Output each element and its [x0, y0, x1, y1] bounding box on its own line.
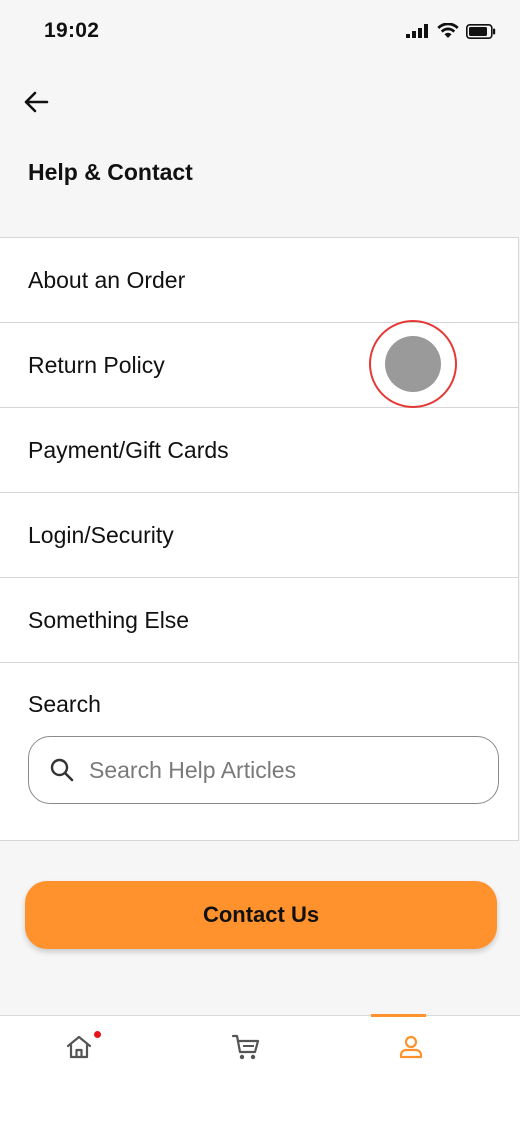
touch-dot [385, 336, 441, 392]
menu-item-label: Something Else [28, 606, 190, 633]
tab-bar [0, 1014, 520, 1126]
back-button[interactable] [18, 84, 54, 120]
arrow-left-icon [24, 91, 49, 113]
menu-item-something-else[interactable]: Something Else [0, 578, 518, 663]
menu-item-label: Return Policy [28, 351, 165, 378]
menu-item-label: About an Order [28, 266, 186, 293]
signal-icon [406, 24, 428, 38]
notification-dot [94, 1031, 101, 1038]
cart-icon [231, 1034, 260, 1060]
search-box[interactable] [28, 736, 499, 804]
menu-item-label: Login/Security [28, 521, 174, 548]
account-icon [399, 1035, 423, 1059]
search-section: Search [0, 663, 518, 804]
touch-indicator [369, 320, 457, 408]
tab-home[interactable] [39, 1016, 119, 1078]
menu-item-payment-gift-cards[interactable]: Payment/Gift Cards [0, 408, 518, 493]
search-label: Search [28, 691, 101, 717]
status-time: 19:02 [44, 19, 100, 42]
menu-item-label: Payment/Gift Cards [28, 436, 229, 463]
contact-us-button[interactable]: Contact Us [25, 881, 497, 949]
status-bar: 19:02 [0, 0, 520, 62]
home-icon [66, 1035, 92, 1059]
search-input[interactable] [87, 755, 471, 785]
wifi-icon [437, 23, 459, 38]
tab-cart[interactable] [206, 1016, 286, 1078]
page-title: Help & Contact [28, 159, 193, 185]
search-icon [50, 758, 74, 782]
menu-item-login-security[interactable]: Login/Security [0, 493, 518, 578]
help-menu: About an Order Return Policy Payment/Gif… [0, 237, 519, 841]
tab-account[interactable] [371, 1016, 451, 1078]
status-icons [406, 23, 496, 39]
menu-item-about-order[interactable]: About an Order [0, 238, 518, 323]
battery-icon [466, 23, 496, 39]
